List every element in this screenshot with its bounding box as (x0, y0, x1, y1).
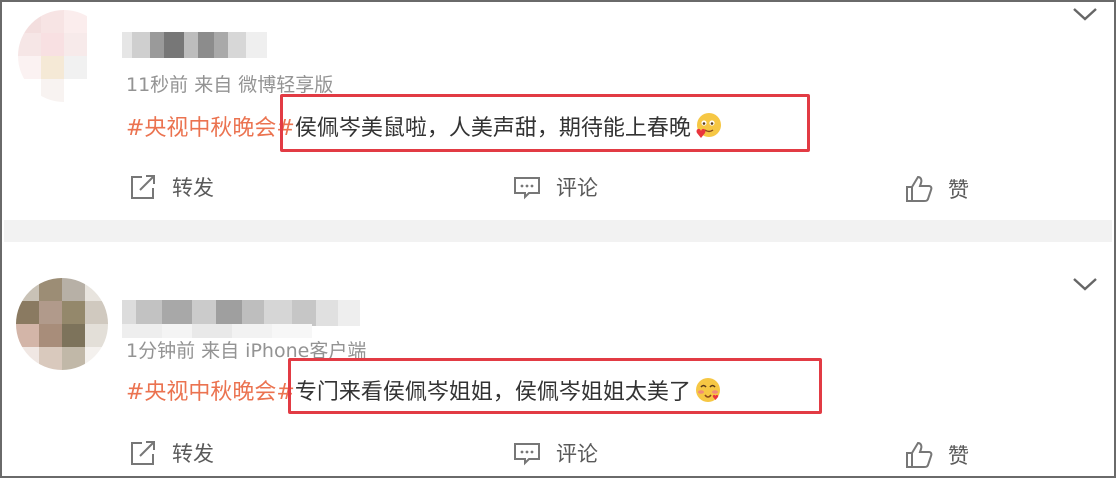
username-blurred[interactable] (122, 32, 267, 58)
repost-icon (131, 175, 155, 199)
repost-icon (131, 441, 155, 465)
like-button[interactable]: 赞 (904, 440, 969, 470)
post-meta: 11秒前 来自 微博轻享版 (126, 70, 333, 97)
highlight-box (288, 358, 822, 414)
chevron-down-icon[interactable] (1072, 6, 1098, 22)
topic-link[interactable]: #央视中秋晚会# (126, 110, 295, 142)
card-divider (4, 220, 1112, 242)
like-icon (906, 441, 933, 468)
topic-link[interactable]: #央视中秋晚会# (126, 374, 295, 406)
comment-card: 11秒前 来自 微博轻享版 #央视中秋晚会# 侯佩岑美鼠啦，人美声甜，期待能上春… (4, 4, 1112, 218)
comment-card: 1分钟前 来自 iPhone客户端 #央视中秋晚会# 专门来看侯佩岑姐姐，侯佩岑… (4, 244, 1112, 472)
chevron-down-icon[interactable] (1072, 276, 1098, 292)
post-time[interactable]: 1分钟前 (126, 340, 195, 362)
action-bar: 转发 评论 赞 (4, 166, 1112, 206)
repost-button[interactable]: 转发 (128, 172, 214, 202)
comment-button[interactable]: 评论 (512, 438, 598, 468)
post-time[interactable]: 11秒前 (126, 74, 188, 96)
comment-icon (514, 443, 540, 466)
post-source: 来自 微博轻享版 (194, 74, 334, 96)
avatar[interactable] (18, 10, 110, 102)
comment-icon (514, 177, 540, 200)
action-bar: 转发 评论 赞 (4, 432, 1112, 472)
avatar[interactable] (16, 278, 108, 370)
like-icon (906, 175, 933, 202)
repost-button[interactable]: 转发 (128, 438, 214, 468)
username-blurred[interactable] (122, 300, 360, 326)
comment-button[interactable]: 评论 (512, 172, 598, 202)
like-button[interactable]: 赞 (904, 174, 969, 204)
highlight-box (280, 94, 810, 152)
